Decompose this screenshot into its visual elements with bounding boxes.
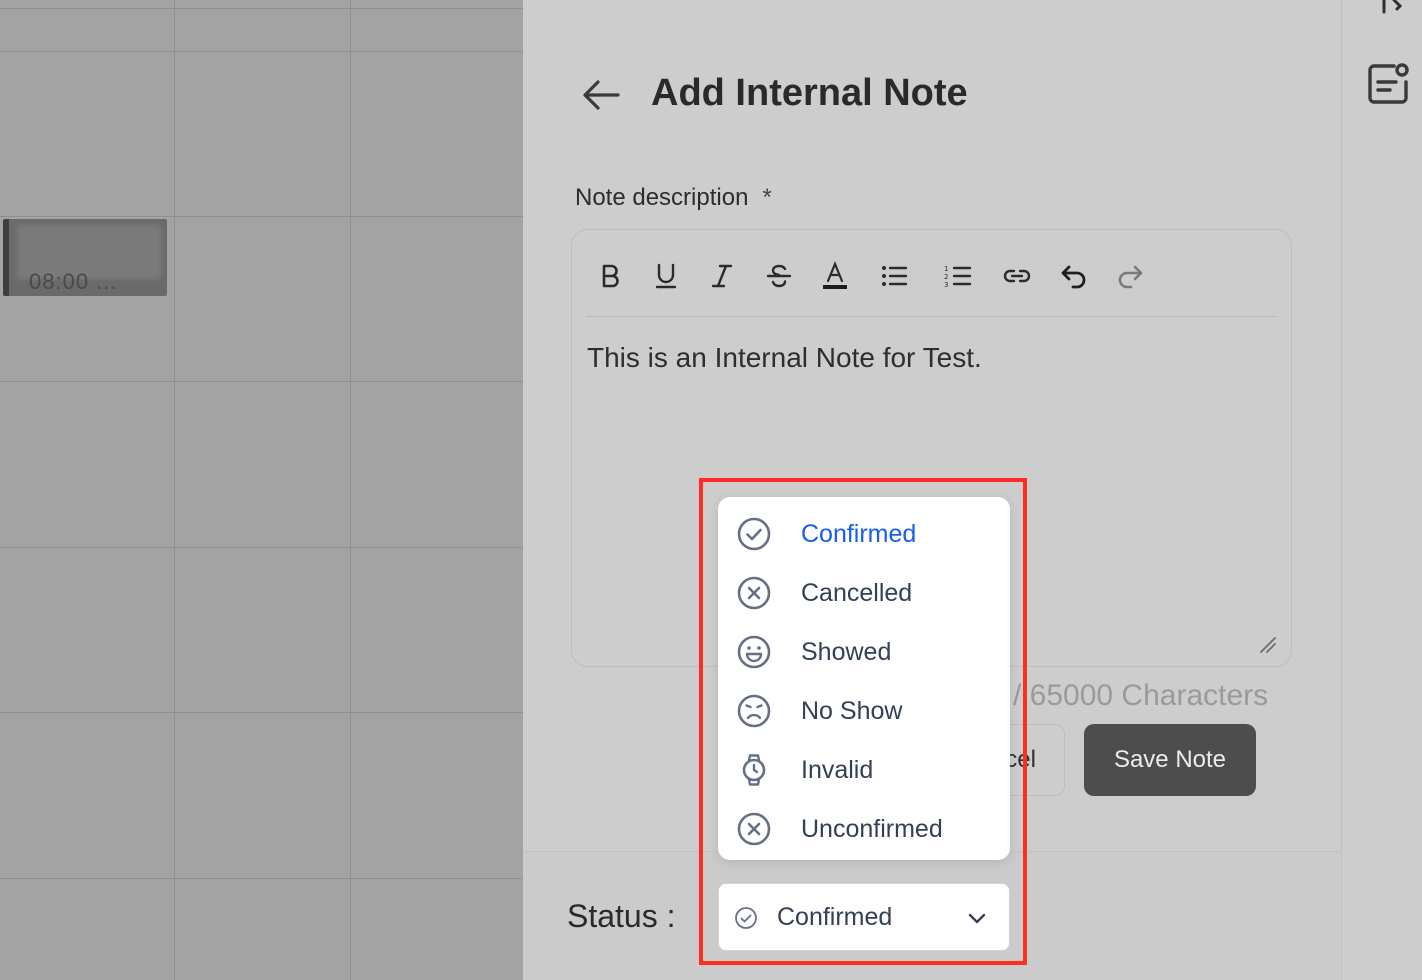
undo-icon[interactable] bbox=[1052, 254, 1096, 298]
link-icon[interactable] bbox=[995, 254, 1039, 298]
right-sidebar bbox=[1341, 0, 1422, 980]
svg-text:1: 1 bbox=[944, 265, 948, 273]
status-option-cancelled[interactable]: Cancelled bbox=[718, 566, 1010, 620]
notes-icon[interactable] bbox=[1364, 60, 1412, 108]
status-option-label: Cancelled bbox=[801, 578, 913, 607]
svg-text:3: 3 bbox=[944, 281, 948, 289]
event-time: 08:00 ... bbox=[29, 269, 118, 294]
status-option-no-show[interactable]: No Show bbox=[718, 684, 1010, 738]
note-description-label: Note description * bbox=[575, 184, 772, 212]
editor-toolbar: 123 bbox=[586, 248, 1277, 317]
grid-line bbox=[0, 712, 523, 713]
status-option-confirmed[interactable]: Confirmed bbox=[718, 507, 1010, 561]
status-option-unconfirmed[interactable]: Unconfirmed bbox=[718, 802, 1010, 856]
x-circle-icon bbox=[737, 576, 771, 610]
grid-line bbox=[0, 878, 523, 879]
status-option-label: Unconfirmed bbox=[801, 814, 943, 843]
page-title: Add Internal Note bbox=[651, 72, 968, 114]
editor-content[interactable]: This is an Internal Note for Test. bbox=[587, 342, 982, 374]
status-option-invalid[interactable]: Invalid bbox=[718, 743, 1010, 797]
text-color-icon[interactable] bbox=[813, 254, 857, 298]
numbered-list-icon[interactable]: 123 bbox=[936, 254, 980, 298]
calendar-grid: 08:00 ... bbox=[0, 0, 523, 980]
chevron-down-icon bbox=[968, 913, 986, 924]
back-arrow-icon[interactable] bbox=[580, 74, 622, 116]
note-description-label-text: Note description bbox=[575, 184, 749, 211]
watch-icon bbox=[742, 754, 766, 786]
redo-icon[interactable] bbox=[1108, 254, 1152, 298]
happy-face-icon bbox=[737, 635, 771, 669]
status-dropdown-menu: Confirmed Cancelled Showed No Show Inval… bbox=[718, 497, 1010, 860]
bold-icon[interactable] bbox=[588, 254, 632, 298]
pin-icon[interactable] bbox=[1380, 0, 1406, 18]
grid-line bbox=[174, 0, 175, 980]
character-count: / 65000 Characters bbox=[1013, 679, 1269, 712]
check-circle-icon bbox=[737, 517, 771, 551]
grid-line bbox=[350, 0, 351, 980]
required-marker: * bbox=[762, 184, 772, 211]
status-option-label: Invalid bbox=[801, 755, 874, 784]
grid-line bbox=[0, 8, 523, 9]
italic-icon[interactable] bbox=[700, 254, 744, 298]
status-label: Status : bbox=[567, 898, 676, 934]
status-option-label: No Show bbox=[801, 696, 903, 725]
grid-line bbox=[0, 381, 523, 382]
underline-icon[interactable] bbox=[644, 254, 688, 298]
grid-line bbox=[0, 51, 523, 52]
status-select[interactable]: Confirmed bbox=[718, 883, 1010, 951]
calendar-event[interactable]: 08:00 ... bbox=[3, 219, 167, 296]
status-option-label: Showed bbox=[801, 637, 892, 666]
status-select-value: Confirmed bbox=[777, 903, 893, 931]
grid-line bbox=[0, 216, 523, 217]
status-option-label: Confirmed bbox=[801, 519, 917, 548]
bullet-list-icon[interactable] bbox=[872, 254, 916, 298]
status-option-showed[interactable]: Showed bbox=[718, 625, 1010, 679]
check-circle-icon bbox=[735, 907, 757, 929]
grid-line bbox=[0, 547, 523, 548]
resize-handle-icon[interactable] bbox=[1257, 634, 1277, 654]
sad-face-icon bbox=[737, 694, 771, 728]
save-note-button[interactable]: Save Note bbox=[1084, 724, 1256, 796]
x-circle-icon bbox=[737, 812, 771, 846]
svg-text:2: 2 bbox=[944, 273, 948, 281]
strikethrough-icon[interactable] bbox=[757, 254, 801, 298]
